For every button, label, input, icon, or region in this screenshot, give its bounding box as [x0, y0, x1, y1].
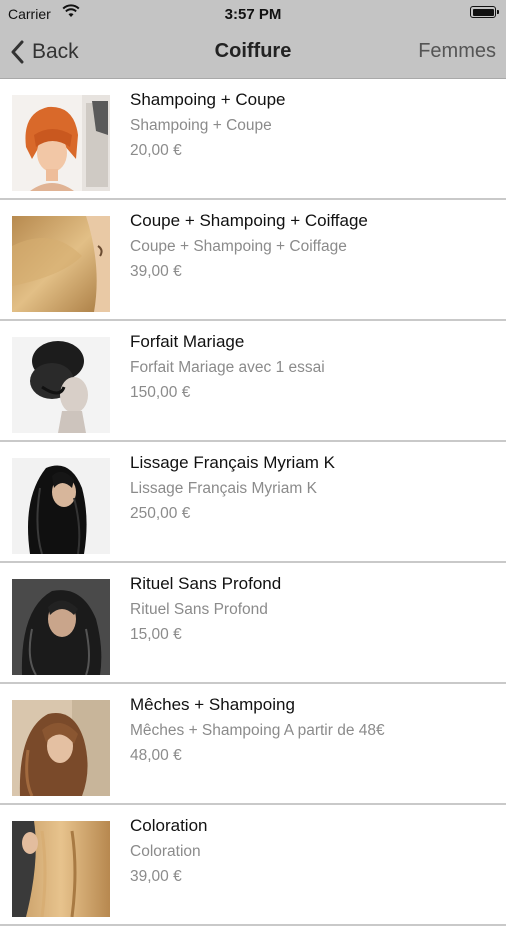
- service-description: Rituel Sans Profond: [130, 601, 268, 618]
- service-description: Coloration: [130, 843, 201, 860]
- navigation-bar: Back Coiffure Femmes: [0, 28, 506, 76]
- service-photo: [12, 216, 110, 312]
- list-item[interactable]: Coloration Coloration 39,00 €: [0, 805, 506, 926]
- service-photo: [12, 337, 110, 433]
- service-name: Coupe + Shampoing + Coiffage: [130, 211, 368, 230]
- service-name: Coloration: [130, 816, 208, 835]
- list-item[interactable]: Coupe + Shampoing + Coiffage Coupe + Sha…: [0, 200, 506, 321]
- femmes-button[interactable]: Femmes: [418, 40, 496, 63]
- service-price: 48,00 €: [130, 747, 182, 764]
- service-photo: [12, 700, 110, 796]
- back-button[interactable]: Back: [10, 38, 79, 66]
- service-name: Rituel Sans Profond: [130, 574, 282, 593]
- back-label: Back: [32, 40, 79, 63]
- service-description: Lissage Français Myriam K: [130, 480, 317, 497]
- service-photo: [12, 579, 110, 675]
- clock: 3:57 PM: [224, 6, 282, 23]
- service-price: 250,00 €: [130, 505, 191, 522]
- service-price: 39,00 €: [130, 263, 182, 280]
- service-name: Forfait Mariage: [130, 332, 245, 351]
- service-photo: [12, 95, 110, 191]
- battery-icon: [470, 6, 499, 18]
- service-description: Mêches + Shampoing A partir de 48€: [130, 722, 385, 739]
- list-item[interactable]: Forfait Mariage Forfait Mariage avec 1 e…: [0, 321, 506, 442]
- service-list: Shampoing + Coupe Shampoing + Coupe 20,0…: [0, 79, 506, 926]
- service-price: 39,00 €: [130, 868, 182, 885]
- top-bar: Carrier 3:57 PM Back Coiffure Femmes: [0, 0, 506, 79]
- list-item[interactable]: Lissage Français Myriam K Lissage França…: [0, 442, 506, 563]
- service-description: Shampoing + Coupe: [130, 117, 272, 134]
- service-description: Forfait Mariage avec 1 essai: [130, 359, 325, 376]
- service-description: Coupe + Shampoing + Coiffage: [130, 238, 347, 255]
- service-price: 15,00 €: [130, 626, 182, 643]
- chevron-left-icon: [11, 40, 24, 64]
- service-name: Mêches + Shampoing: [130, 695, 295, 714]
- status-bar: Carrier 3:57 PM: [0, 0, 506, 28]
- service-photo: [12, 821, 110, 917]
- service-name: Lissage Français Myriam K: [130, 453, 336, 472]
- list-item[interactable]: Shampoing + Coupe Shampoing + Coupe 20,0…: [0, 79, 506, 200]
- list-item[interactable]: Mêches + Shampoing Mêches + Shampoing A …: [0, 684, 506, 805]
- service-price: 20,00 €: [130, 142, 182, 159]
- list-item[interactable]: Rituel Sans Profond Rituel Sans Profond …: [0, 563, 506, 684]
- service-photo: [12, 458, 110, 554]
- service-name: Shampoing + Coupe: [130, 90, 286, 109]
- service-price: 150,00 €: [130, 384, 191, 401]
